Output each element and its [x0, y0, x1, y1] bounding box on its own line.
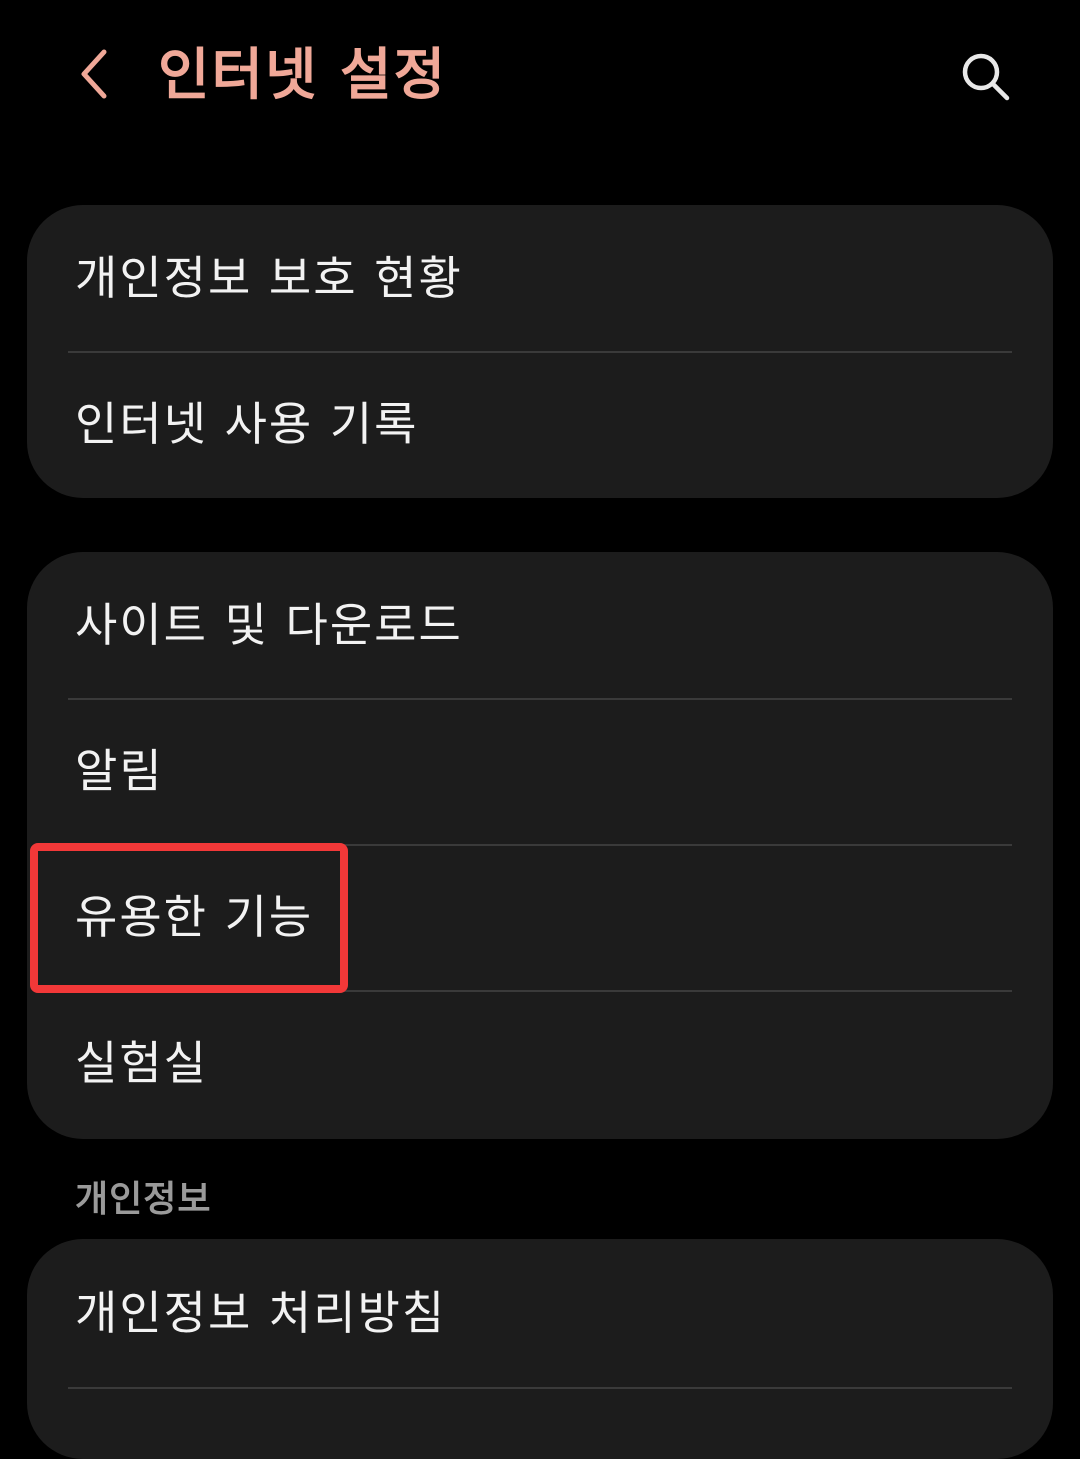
- menu-item-label: 개인정보 보호 현황: [75, 251, 463, 305]
- menu-item-label: 인터넷 사용 기록: [75, 397, 419, 451]
- menu-item-sites-downloads[interactable]: 사이트 및 다운로드: [27, 552, 1053, 698]
- menu-item-notifications[interactable]: 알림: [27, 698, 1053, 844]
- settings-card-privacy: 개인정보 처리방침: [27, 1239, 1053, 1459]
- page-title: 인터넷 설정: [158, 43, 448, 108]
- menu-item-labs[interactable]: 실험실: [27, 990, 1053, 1136]
- menu-item-privacy-status[interactable]: 개인정보 보호 현황: [27, 205, 1053, 351]
- divider: [68, 698, 1012, 700]
- menu-item-useful-features[interactable]: 유용한 기능: [27, 844, 1053, 990]
- chevron-left-icon: [81, 49, 107, 99]
- search-button[interactable]: [950, 44, 1020, 108]
- settings-card-features: 사이트 및 다운로드 알림 유용한 기능 실험실: [27, 552, 1053, 1139]
- menu-item-label: 사이트 및 다운로드: [75, 598, 463, 652]
- app-bar: 인터넷 설정: [0, 0, 1080, 160]
- divider: [68, 351, 1012, 353]
- divider: [68, 844, 1012, 846]
- menu-item-browsing-history[interactable]: 인터넷 사용 기록: [27, 351, 1053, 497]
- menu-item-label: 실험실: [75, 1036, 208, 1090]
- back-button[interactable]: [62, 42, 126, 106]
- menu-item-label: 알림: [75, 744, 164, 798]
- menu-item-label: 개인정보 처리방침: [75, 1286, 447, 1340]
- search-icon: [962, 53, 1010, 101]
- menu-item-privacy-policy[interactable]: 개인정보 처리방침: [27, 1239, 1053, 1387]
- divider: [68, 1387, 1012, 1389]
- menu-item-label: 유용한 기능: [75, 890, 314, 944]
- section-label-privacy: 개인정보: [75, 1179, 212, 1220]
- settings-card-history: 개인정보 보호 현황 인터넷 사용 기록: [27, 205, 1053, 498]
- divider: [68, 990, 1012, 992]
